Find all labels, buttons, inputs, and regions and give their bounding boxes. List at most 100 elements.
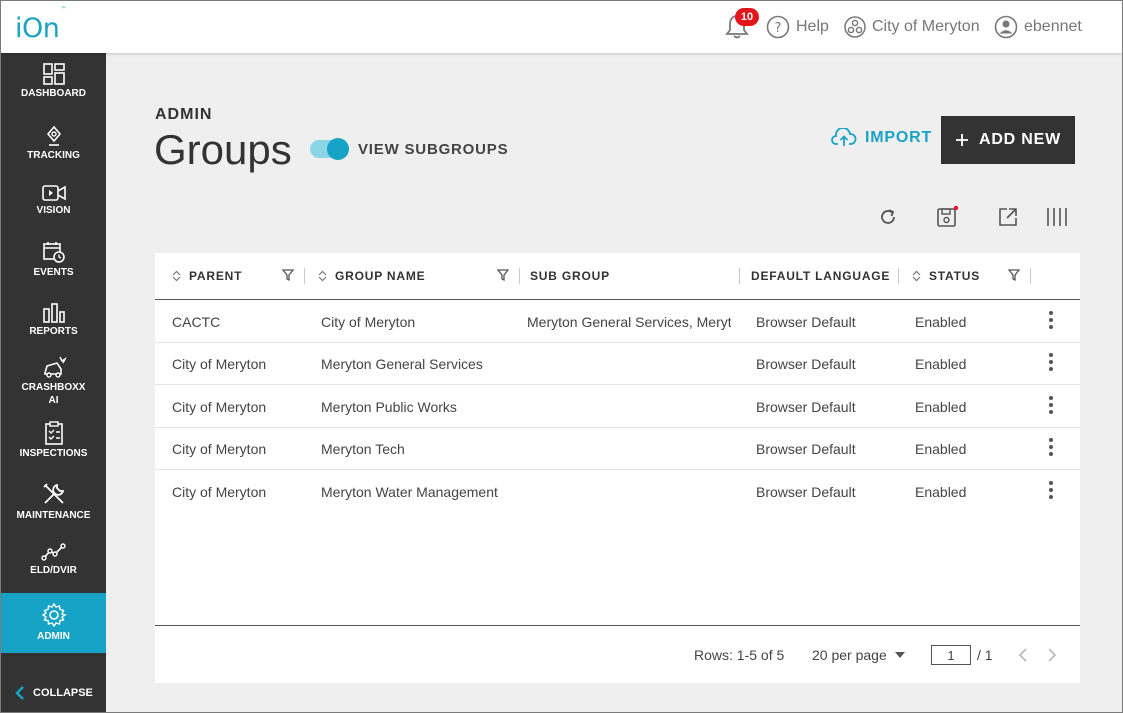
- column-label-default-language: DEFAULT LANGUAGE: [751, 269, 891, 283]
- export-button[interactable]: [995, 204, 1021, 230]
- column-header-sub-group[interactable]: SUB GROUP: [530, 269, 610, 283]
- sidebar-item-tracking[interactable]: TRACKING: [1, 125, 106, 162]
- column-divider: [304, 268, 305, 284]
- column-label-parent: PARENT: [189, 269, 243, 283]
- sidebar-item-dashboard[interactable]: DASHBOARD: [1, 63, 106, 100]
- plus-icon: [955, 134, 968, 146]
- next-page-icon[interactable]: [1045, 646, 1059, 664]
- sidebar-label-crashboxx-ai: CRASHBOXX AI: [21, 382, 86, 406]
- view-subgroups-label: VIEW SUBGROUPS: [358, 141, 509, 158]
- cell-group-name: Meryton Tech: [321, 441, 405, 457]
- caret-down-icon: [894, 652, 905, 658]
- column-header-parent[interactable]: PARENT: [172, 269, 242, 283]
- wrench-screwdriver-icon: [42, 483, 64, 504]
- view-subgroups-toggle[interactable]: [310, 138, 349, 160]
- cell-default-language: Browser Default: [756, 484, 856, 500]
- table-row[interactable]: City of Meryton Meryton General Services…: [155, 343, 1080, 385]
- refresh-icon: [881, 209, 895, 224]
- filter-icon[interactable]: [1008, 268, 1020, 282]
- help-label: Help: [796, 18, 829, 35]
- columns-icon: [1047, 208, 1067, 226]
- row-actions-icon[interactable]: [1047, 396, 1055, 416]
- external-link-icon: [999, 208, 1017, 226]
- add-new-label: ADD NEW: [978, 131, 1062, 148]
- row-actions-icon[interactable]: [1047, 438, 1055, 458]
- sort-icon: [318, 270, 327, 282]
- cell-default-language: Browser Default: [756, 399, 856, 415]
- table-row[interactable]: City of Meryton Meryton Water Management…: [155, 471, 1080, 513]
- row-actions-icon[interactable]: [1047, 481, 1055, 501]
- sort-icon: [172, 270, 181, 282]
- page-title: Groups: [154, 126, 292, 173]
- cell-parent: City of Meryton: [172, 441, 267, 457]
- save-view-button[interactable]: [934, 204, 960, 230]
- svg-text:?: ?: [775, 21, 782, 36]
- cell-parent: CACTC: [172, 314, 221, 330]
- column-divider: [898, 268, 899, 284]
- rows-count: Rows: 1-5 of 5: [694, 647, 785, 663]
- top-bar: iOn™ 10 ? Help City of Meryton ebennet: [1, 1, 1122, 53]
- add-new-button[interactable]: ADD NEW: [941, 116, 1075, 164]
- sidebar-item-vision[interactable]: VISION: [1, 184, 106, 217]
- previous-page-icon[interactable]: [1016, 646, 1030, 664]
- sidebar-item-crashboxx-ai[interactable]: CRASHBOXX AI: [1, 355, 106, 407]
- column-label-status: STATUS: [929, 269, 981, 283]
- sidebar-item-events[interactable]: EVENTS: [1, 240, 106, 279]
- ion-logo[interactable]: iOn™: [15, 6, 66, 44]
- table-row[interactable]: CACTC City of Meryton Meryton General Se…: [155, 301, 1080, 343]
- row-actions-icon[interactable]: [1047, 353, 1055, 373]
- crash-car-icon: [43, 356, 67, 378]
- table-row[interactable]: City of Meryton Meryton Tech Browser Def…: [155, 428, 1080, 470]
- sidebar-item-inspections[interactable]: INSPECTIONS: [1, 421, 106, 460]
- page-number-input[interactable]: 1: [931, 645, 971, 665]
- sidebar-label-maintenance: MAINTENANCE: [16, 510, 91, 521]
- logo-text: iOn: [15, 13, 60, 44]
- floppy-disk-icon: [937, 205, 959, 227]
- cell-default-language: Browser Default: [756, 441, 856, 457]
- column-header-default-language[interactable]: DEFAULT LANGUAGE: [751, 269, 890, 283]
- table-header: PARENT GROUP NAME SUB GROUP DEFAULT LANG…: [155, 253, 1080, 300]
- cell-status: Enabled: [915, 314, 967, 330]
- sidebar-label-events: EVENTS: [33, 267, 74, 278]
- sort-icon: [912, 270, 921, 282]
- chevron-left-icon: [15, 686, 24, 700]
- columns-button[interactable]: [1044, 204, 1070, 230]
- column-divider: [739, 268, 740, 284]
- sidebar-item-reports[interactable]: REPORTS: [1, 303, 106, 338]
- row-actions-icon[interactable]: [1047, 311, 1055, 331]
- help-link[interactable]: ? Help: [766, 14, 829, 40]
- dashboard-icon: [42, 63, 65, 85]
- sidebar-label-admin: ADMIN: [37, 631, 70, 642]
- gear-icon: [41, 602, 67, 628]
- section-label: ADMIN: [155, 106, 213, 123]
- logo-trademark: ™: [60, 6, 66, 13]
- sidebar-label-dashboard: DASHBOARD: [21, 88, 86, 99]
- page-total: / 1: [977, 647, 993, 663]
- cell-group-name: City of Meryton: [321, 314, 416, 330]
- filter-icon[interactable]: [282, 268, 294, 282]
- collapse-sidebar-button[interactable]: COLLAPSE: [15, 685, 93, 701]
- column-header-group-name[interactable]: GROUP NAME: [318, 269, 425, 283]
- sidebar-label-reports: REPORTS: [29, 326, 78, 337]
- filter-icon[interactable]: [497, 268, 509, 282]
- sidebar-item-admin[interactable]: ADMIN: [1, 593, 106, 653]
- import-button[interactable]: IMPORT: [831, 128, 932, 148]
- groups-table: PARENT GROUP NAME SUB GROUP DEFAULT LANG…: [155, 253, 1080, 683]
- column-label-group-name: GROUP NAME: [335, 269, 426, 283]
- cell-parent: City of Meryton: [172, 484, 267, 500]
- location-pin-icon: [46, 125, 61, 146]
- line-chart-icon: [40, 543, 66, 561]
- notification-count-badge: 10: [735, 8, 759, 26]
- organization-selector[interactable]: City of Meryton: [844, 14, 980, 40]
- column-header-status[interactable]: STATUS: [912, 269, 980, 283]
- cell-default-language: Browser Default: [756, 356, 856, 372]
- cell-sub-group: Meryton General Services, Meryto: [527, 314, 731, 330]
- user-menu[interactable]: ebennet: [994, 14, 1082, 40]
- sidebar-item-eld-dvir[interactable]: ELD/DVIR: [1, 542, 106, 577]
- sidebar-item-maintenance[interactable]: MAINTENANCE: [1, 481, 106, 522]
- table-row[interactable]: City of Meryton Meryton Public Works Bro…: [155, 386, 1080, 428]
- cell-group-name: Meryton Public Works: [321, 399, 457, 415]
- per-page-select[interactable]: 20 per page: [812, 647, 905, 663]
- collapse-label: COLLAPSE: [33, 687, 93, 699]
- refresh-button[interactable]: [875, 204, 901, 230]
